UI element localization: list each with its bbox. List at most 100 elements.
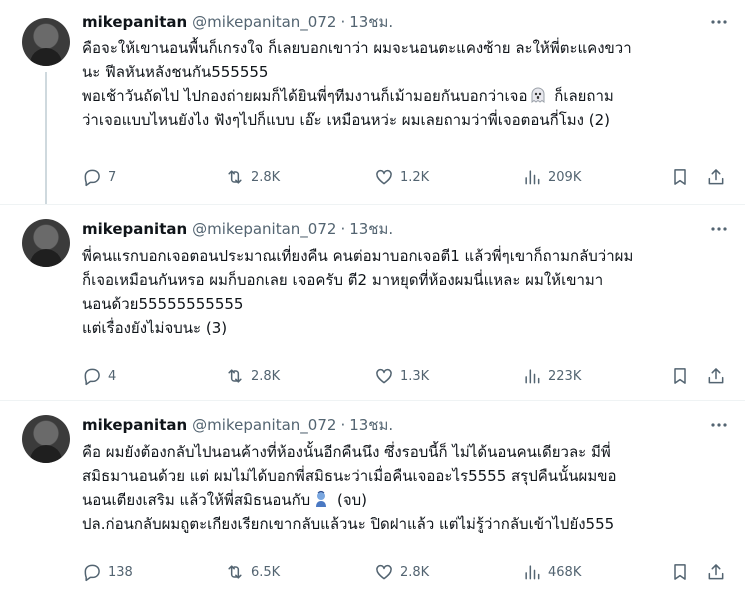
like-button[interactable]: 1.3K xyxy=(374,361,429,391)
share-icon xyxy=(708,564,724,580)
views-button[interactable]: 209K xyxy=(522,162,581,192)
reply-button[interactable]: 4 xyxy=(82,361,116,391)
tweet-text-line: ว่าเจอแบบไหนยังไง ฟังๆไปก็แบบ เอ๊ะ เหมือ… xyxy=(82,111,611,129)
tweet-text-segment: พอเช้าวันถัดไป ไปกองถ่ายผมก็ได้ยินพี่ๆที… xyxy=(82,87,528,105)
tweet-actions: 7 2.8K 1.2K 209K xyxy=(82,162,732,192)
separator-dot: · xyxy=(340,220,346,238)
tweet-text-line: พอเช้าวันถัดไป ไปกองถ่ายผมก็ได้ยินพี่ๆที… xyxy=(82,84,732,108)
user-handle[interactable]: @mikepanitan_072 xyxy=(192,220,336,238)
tweet[interactable]: mikepanitan @mikepanitan_072 · 13ชม. คือ… xyxy=(0,0,745,204)
reply-icon xyxy=(84,564,100,582)
like-icon xyxy=(376,169,392,185)
retweet-icon xyxy=(228,369,242,383)
more-button[interactable] xyxy=(705,11,733,33)
like-count: 2.8K xyxy=(400,564,430,580)
tweet-text: คือ ผมยังต้องกลับไปนอนค้างที่ห้องนั้นอีก… xyxy=(82,440,732,536)
timestamp[interactable]: 13ชม. xyxy=(349,217,393,241)
user-handle[interactable]: @mikepanitan_072 xyxy=(192,13,336,31)
bookmark-icon xyxy=(674,169,686,185)
reply-button[interactable]: 7 xyxy=(82,162,116,192)
share-button[interactable] xyxy=(706,361,726,391)
share-icon xyxy=(708,368,724,384)
avatar[interactable] xyxy=(22,415,70,463)
reply-count: 138 xyxy=(108,564,133,580)
retweet-count: 2.8K xyxy=(251,368,281,384)
retweet-button[interactable]: 2.8K xyxy=(225,162,280,192)
tweet-text-line: นะ ฟีลหันหลังชนกัน555555 xyxy=(82,63,269,81)
tweet-text-line: คือ ผมยังต้องกลับไปนอนค้างที่ห้องนั้นอีก… xyxy=(82,443,611,461)
retweet-count: 6.5K xyxy=(251,564,281,580)
tweet-header: mikepanitan @mikepanitan_072 · 13ชม. xyxy=(82,11,393,33)
bookmark-icon xyxy=(674,564,686,580)
timestamp[interactable]: 13ชม. xyxy=(349,413,393,437)
like-button[interactable]: 2.8K xyxy=(374,557,429,587)
display-name[interactable]: mikepanitan xyxy=(82,220,187,238)
views-icon xyxy=(525,565,540,580)
tweet-text-line: ก็เจอเหมือนกันหรอ ผมก็บอกเลย เจอครับ ตี2… xyxy=(82,271,604,289)
thread-connector-line xyxy=(45,72,47,204)
separator-dot: · xyxy=(340,13,346,31)
tweet-thread: mikepanitan @mikepanitan_072 · 13ชม. คือ… xyxy=(0,0,745,599)
retweet-icon xyxy=(228,565,242,579)
separator-dot: · xyxy=(340,416,346,434)
views-count: 468K xyxy=(548,564,582,580)
bookmark-icon xyxy=(674,368,686,384)
retweet-button[interactable]: 2.8K xyxy=(225,361,280,391)
tweet[interactable]: mikepanitan @mikepanitan_072 · 13ชม. พี่… xyxy=(0,204,745,400)
avatar[interactable] xyxy=(22,18,70,66)
tweet-actions: 4 2.8K 1.3K 223K xyxy=(82,361,732,391)
tweet-text-line: ปล.ก่อนกลับผมถูตะเกียงเรียกเขากลับแล้วนะ… xyxy=(82,515,615,533)
retweet-icon xyxy=(228,170,242,184)
more-icon xyxy=(711,227,727,231)
tweet-text: พี่คนแรกบอกเจอตอนประมาณเที่ยงคืน คนต่อมา… xyxy=(82,244,732,340)
views-button[interactable]: 223K xyxy=(522,361,581,391)
like-icon xyxy=(376,564,392,580)
views-count: 209K xyxy=(548,169,582,185)
avatar[interactable] xyxy=(22,219,70,267)
display-name[interactable]: mikepanitan xyxy=(82,416,187,434)
reply-count: 7 xyxy=(108,169,117,185)
tweet[interactable]: mikepanitan @mikepanitan_072 · 13ชม. คือ… xyxy=(0,400,745,599)
like-count: 1.3K xyxy=(400,368,430,384)
user-handle[interactable]: @mikepanitan_072 xyxy=(192,416,336,434)
like-count: 1.2K xyxy=(400,169,430,185)
views-count: 223K xyxy=(548,368,582,384)
timestamp[interactable]: 13ชม. xyxy=(349,10,393,34)
like-button[interactable]: 1.2K xyxy=(374,162,429,192)
more-icon xyxy=(711,20,727,24)
reply-icon xyxy=(84,169,100,187)
views-icon xyxy=(525,170,540,185)
tweet-text-line: นอนด้วย55555555555 xyxy=(82,295,244,313)
views-button[interactable]: 468K xyxy=(522,557,581,587)
tweet-text-segment: นอนเตียงเสริม แล้วให้พี่สมิธนอนกับ xyxy=(82,491,311,509)
retweet-button[interactable]: 6.5K xyxy=(225,557,280,587)
tweet-text-line: พี่คนแรกบอกเจอตอนประมาณเที่ยงคืน คนต่อมา… xyxy=(82,247,634,265)
tweet-header: mikepanitan @mikepanitan_072 · 13ชม. xyxy=(82,218,393,240)
bookmark-button[interactable] xyxy=(670,557,690,587)
tweet-text-line: คือจะให้เขานอนพื้นก็เกรงใจ ก็เลยบอกเขาว่… xyxy=(82,39,632,57)
more-button[interactable] xyxy=(705,414,733,436)
tweet-text-line: นอนเตียงเสริม แล้วให้พี่สมิธนอนกับ (จบ) xyxy=(82,488,732,512)
tweet-text-line: สมิธมานอนด้วย แต่ ผมไม่ได้บอกพี่สมิธนะว่… xyxy=(82,467,617,485)
share-icon xyxy=(708,169,724,185)
tweet-text-segment: ก็เลยถาม xyxy=(549,87,614,105)
more-icon xyxy=(711,423,727,427)
tweet-text-line: แต่เรื่องยังไม่จบนะ (3) xyxy=(82,319,228,337)
display-name[interactable]: mikepanitan xyxy=(82,13,187,31)
reply-count: 4 xyxy=(108,368,117,384)
genie-emoji xyxy=(312,490,330,512)
reply-icon xyxy=(84,368,100,386)
reply-button[interactable]: 138 xyxy=(82,557,133,587)
tweet-text-segment: (จบ) xyxy=(332,491,367,509)
bookmark-button[interactable] xyxy=(670,162,690,192)
tweet-text: คือจะให้เขานอนพื้นก็เกรงใจ ก็เลยบอกเขาว่… xyxy=(82,36,732,132)
ghost-emoji xyxy=(529,86,547,108)
retweet-count: 2.8K xyxy=(251,169,281,185)
tweet-header: mikepanitan @mikepanitan_072 · 13ชม. xyxy=(82,414,393,436)
like-icon xyxy=(376,368,392,384)
bookmark-button[interactable] xyxy=(670,361,690,391)
share-button[interactable] xyxy=(706,162,726,192)
share-button[interactable] xyxy=(706,557,726,587)
tweet-actions: 138 6.5K 2.8K 468K xyxy=(82,557,732,587)
more-button[interactable] xyxy=(705,218,733,240)
